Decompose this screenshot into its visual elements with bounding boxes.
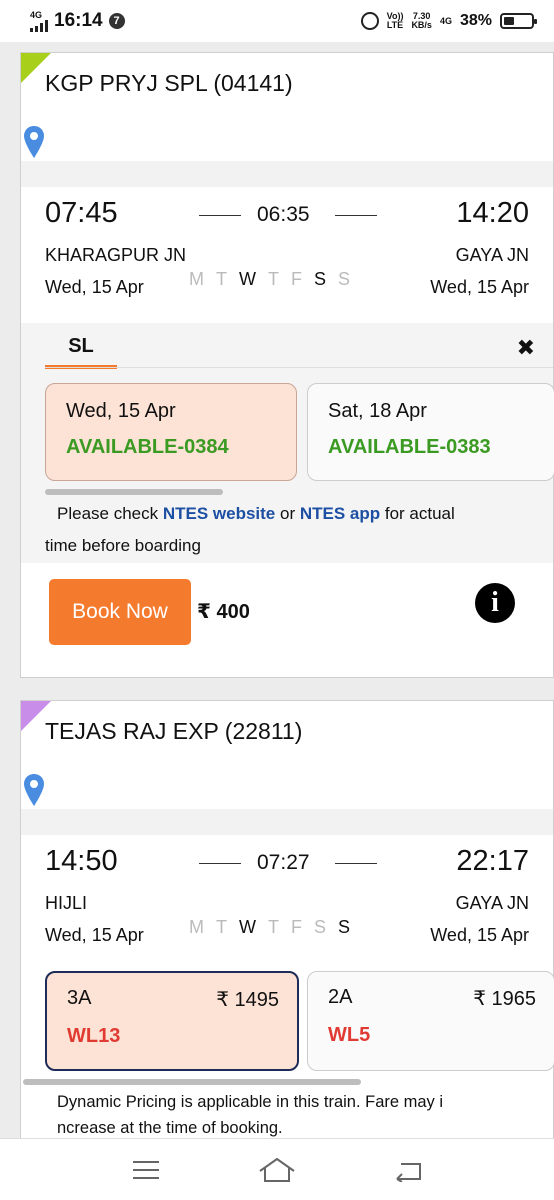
availability-date: Sat, 18 Apr <box>328 400 427 422</box>
journey-info: 07:45 06:35 14:20 KHARAGPUR JN GAYA JN W… <box>21 197 553 317</box>
to-station: GAYA JN <box>455 245 529 265</box>
note-line: Dynamic Pricing is applicable in this tr… <box>57 1093 444 1111</box>
day-indicator: S <box>338 917 351 937</box>
ntes-note-line1: Please check NTES website or NTES app fo… <box>57 499 455 529</box>
class-status: WL13 <box>67 1025 121 1047</box>
data-speed: 7.30 KB/s <box>411 12 432 30</box>
ntes-note-line2: time before boarding <box>45 531 201 561</box>
departure-date: Wed, 15 Apr <box>45 277 144 297</box>
class-name: 3A <box>67 987 92 1009</box>
availability-option[interactable]: Wed, 15 Apr AVAILABLE-0384 <box>45 383 297 481</box>
route-line-right <box>335 215 377 216</box>
day-indicator: F <box>291 269 302 289</box>
train-card[interactable]: TEJAS RAJ EXP (22811) 14:50 07:27 22:17 … <box>20 700 554 1140</box>
back-icon[interactable] <box>388 1150 428 1190</box>
signal-icon <box>30 19 48 32</box>
availability-status: AVAILABLE-0383 <box>328 436 491 458</box>
book-now-button[interactable]: Book Now <box>49 579 191 645</box>
horizontal-scrollbar[interactable] <box>23 1079 361 1085</box>
day-indicator: F <box>291 917 302 937</box>
day-indicator: S <box>314 269 327 289</box>
horizontal-scrollbar[interactable] <box>45 489 223 495</box>
section-divider <box>21 161 553 187</box>
info-icon[interactable]: i <box>475 583 515 623</box>
alarm-icon <box>360 12 379 30</box>
journey-duration: 06:35 <box>257 203 310 226</box>
day-indicator: T <box>268 269 279 289</box>
ntes-website-link[interactable]: NTES website <box>163 504 275 523</box>
journey-info: 14:50 07:27 22:17 HIJLI GAYA JN Wed, 15 … <box>21 845 553 965</box>
class-fare: ₹ 1965 <box>473 988 536 1010</box>
clock: 16:14 <box>54 10 103 31</box>
lte-label: LTE <box>386 20 404 30</box>
battery-fill <box>504 17 514 25</box>
dynamic-pricing-note: Dynamic Pricing is applicable in this tr… <box>57 1089 443 1141</box>
notification-count-badge: 7 <box>108 13 125 29</box>
class-availability-panel: SL ✖ Wed, 15 Apr AVAILABLE-0384 Sat, 18 … <box>21 323 554 563</box>
day-indicator: T <box>216 917 227 937</box>
running-days: MTWTFSS <box>189 269 350 290</box>
signal-indicator: 4G <box>30 9 48 32</box>
speed-unit: KB/s <box>411 20 432 30</box>
network-type: 4G <box>30 9 43 20</box>
class-status: WL5 <box>328 1024 371 1046</box>
arrival-time: 14:20 <box>456 197 529 229</box>
volte-indicator: Vo)) LTE <box>387 12 404 30</box>
arrival-time: 22:17 <box>456 845 529 877</box>
route-line-right <box>335 863 377 864</box>
fare-amount: ₹ 400 <box>197 601 250 623</box>
battery-percent: 38% <box>459 12 492 29</box>
running-days: MTWTFSS <box>189 917 350 938</box>
from-station: HIJLI <box>45 893 88 913</box>
route-line-left <box>199 215 241 216</box>
menu-icon[interactable] <box>126 1150 166 1190</box>
class-option-2a[interactable]: 2A ₹ 1965 WL5 <box>307 971 554 1071</box>
departure-time: 14:50 <box>45 845 118 877</box>
day-indicator: M <box>189 269 204 289</box>
battery-icon <box>500 13 537 29</box>
navigation-bar <box>0 1138 554 1200</box>
class-fare: ₹ 1495 <box>216 989 279 1011</box>
class-name: 2A <box>328 986 353 1008</box>
from-station: KHARAGPUR JN <box>45 245 187 265</box>
note-text: or <box>275 504 300 523</box>
day-indicator: T <box>268 917 279 937</box>
arrival-date: Wed, 15 Apr <box>430 277 529 297</box>
close-icon[interactable]: ✖ <box>517 335 535 361</box>
status-bar: 4G 16:14 7 Vo)) LTE 7.30 KB/s 4G 38% <box>0 0 554 42</box>
map-pin-icon[interactable] <box>23 125 45 159</box>
day-indicator: W <box>239 269 256 289</box>
arrival-date: Wed, 15 Apr <box>430 925 529 945</box>
to-station: GAYA JN <box>455 893 529 913</box>
tab-class-sl[interactable]: SL <box>45 331 117 369</box>
ntes-app-link[interactable]: NTES app <box>300 504 380 523</box>
map-pin-icon[interactable] <box>23 773 45 807</box>
train-name: TEJAS RAJ EXP (22811) <box>45 718 303 744</box>
train-name: KGP PRYJ SPL (04141) <box>45 70 293 96</box>
journey-duration: 07:27 <box>257 851 310 874</box>
note-text: for actual <box>380 504 455 523</box>
availability-option[interactable]: Sat, 18 Apr AVAILABLE-0383 <box>307 383 554 481</box>
day-indicator: S <box>314 917 327 937</box>
section-divider <box>21 809 553 835</box>
class-option-3a[interactable]: 3A ₹ 1495 WL13 <box>45 971 299 1071</box>
train-card[interactable]: KGP PRYJ SPL (04141) 07:45 06:35 14:20 K… <box>20 52 554 678</box>
network-type-2: 4G <box>439 15 452 26</box>
day-indicator: T <box>216 269 227 289</box>
availability-date: Wed, 15 Apr <box>66 400 176 422</box>
day-indicator: W <box>239 917 256 937</box>
availability-status: AVAILABLE-0384 <box>66 436 229 458</box>
day-indicator: S <box>338 269 351 289</box>
departure-date: Wed, 15 Apr <box>45 925 144 945</box>
day-indicator: M <box>189 917 204 937</box>
departure-time: 07:45 <box>45 197 118 229</box>
tab-underline <box>45 367 553 368</box>
note-text: Please check <box>57 504 163 523</box>
home-icon[interactable] <box>257 1150 297 1190</box>
route-line-left <box>199 863 241 864</box>
